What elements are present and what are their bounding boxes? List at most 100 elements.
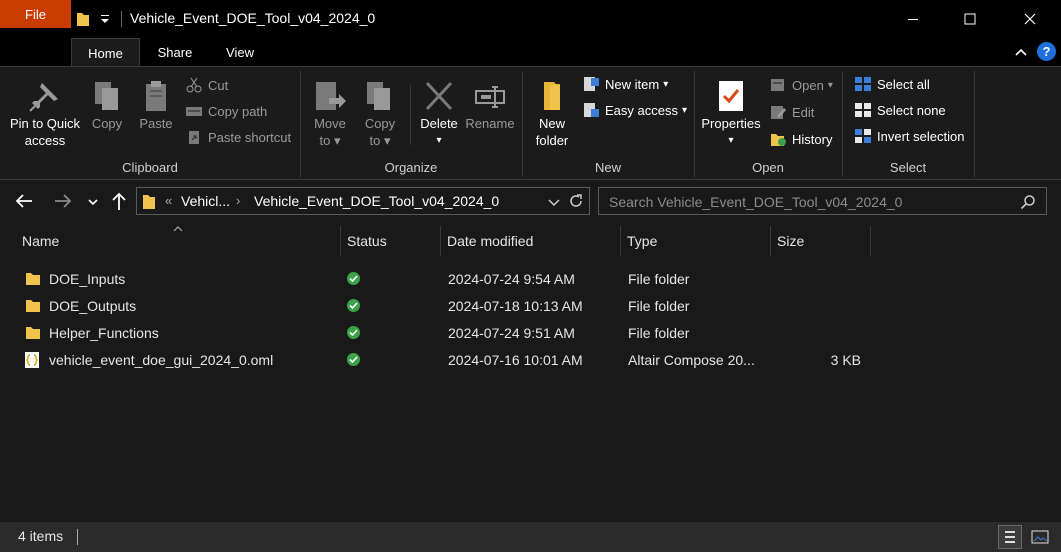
window-title: Vehicle_Event_DOE_Tool_v04_2024_0	[130, 10, 376, 26]
move-to-label-line2: to ▾	[319, 133, 341, 148]
column-header-date-modified[interactable]: Date modified	[441, 226, 621, 256]
edit-button[interactable]: Edit	[769, 104, 814, 120]
open-label: Open	[792, 77, 824, 93]
new-item-button[interactable]: New item ▾	[582, 76, 668, 92]
file-size	[771, 292, 861, 319]
pin-label-line2: access	[24, 133, 66, 148]
invert-selection-label: Invert selection	[877, 128, 965, 144]
invert-selection-button[interactable]: Invert selection	[854, 128, 964, 144]
close-button[interactable]	[1007, 0, 1053, 38]
copy-button[interactable]: Copy	[86, 79, 128, 132]
file-type: File folder	[628, 324, 690, 341]
select-none-button[interactable]: Select none	[854, 102, 946, 118]
invert-selection-icon	[854, 128, 872, 144]
scissors-icon	[185, 77, 203, 93]
select-none-icon	[854, 102, 872, 118]
search-box[interactable]: Search Vehicle_Event_DOE_Tool_v04_2024_0	[598, 187, 1047, 215]
open-icon	[769, 77, 787, 93]
status-synced-icon	[346, 292, 362, 319]
search-icon[interactable]	[1020, 194, 1036, 210]
select-all-button[interactable]: Select all	[854, 76, 930, 92]
oml-file-icon	[24, 346, 44, 373]
move-to-icon	[316, 82, 346, 110]
new-group-label: New	[594, 160, 621, 175]
column-header-name[interactable]: Name	[16, 226, 341, 256]
collapse-ribbon-icon[interactable]	[1013, 44, 1029, 60]
breadcrumb-parent[interactable]: Vehicl...	[181, 193, 230, 209]
title-separator	[121, 11, 122, 27]
file-type: File folder	[628, 297, 690, 314]
copy-path-button[interactable]: Copy path	[185, 103, 267, 119]
new-folder-icon	[544, 82, 560, 110]
delete-button[interactable]: Delete ▾	[416, 79, 462, 149]
status-synced-icon	[346, 346, 362, 373]
file-size	[771, 319, 861, 346]
paste-shortcut-button[interactable]: Paste shortcut	[185, 129, 291, 145]
breadcrumb-current[interactable]: Vehicle_Event_DOE_Tool_v04_2024_0	[254, 193, 499, 209]
new-item-label: New item	[605, 76, 660, 92]
open-button[interactable]: Open ▾	[769, 77, 833, 93]
forward-arrow-icon[interactable]	[53, 192, 73, 210]
file-row[interactable]: Helper_Functions 2024-07-24 9:51 AM File…	[17, 319, 877, 346]
copy-to-button[interactable]: Copy to ▾	[358, 79, 402, 149]
up-arrow-icon[interactable]	[110, 191, 128, 211]
paste-button[interactable]: Paste	[134, 79, 178, 132]
history-label: History	[792, 131, 833, 147]
file-name: DOE_Inputs	[49, 270, 126, 287]
delete-label: Delete	[420, 116, 458, 131]
breadcrumb-separator-icon[interactable]: ›	[236, 193, 240, 208]
status-synced-icon	[346, 319, 362, 346]
breadcrumb-overflow[interactable]: «	[165, 193, 172, 208]
edit-icon	[769, 104, 787, 120]
open-group-label: Open	[752, 160, 784, 175]
new-folder-label-line2: folder	[535, 133, 569, 148]
recent-locations-chevron-icon[interactable]	[87, 195, 99, 207]
rename-button[interactable]: Rename	[464, 79, 516, 132]
history-button[interactable]: History	[769, 131, 832, 147]
easy-access-dropdown-arrow: ▾	[681, 104, 688, 116]
tab-view[interactable]: View	[214, 38, 266, 66]
tab-share[interactable]: Share	[146, 38, 204, 66]
maximize-button[interactable]	[947, 0, 993, 38]
paste-icon	[146, 81, 166, 111]
paste-shortcut-icon	[185, 129, 203, 145]
column-header-size[interactable]: Size	[771, 226, 871, 256]
file-row[interactable]: vehicle_event_doe_gui_2024_0.oml 2024-07…	[17, 346, 877, 373]
large-icons-view-icon[interactable]	[1029, 527, 1051, 547]
new-folder-button[interactable]: New folder	[530, 79, 574, 149]
file-row[interactable]: DOE_Outputs 2024-07-18 10:13 AM File fol…	[17, 292, 877, 319]
tab-file[interactable]: File	[0, 0, 71, 28]
column-header-type[interactable]: Type	[621, 226, 771, 256]
ribbon: Pin to Quick access Copy Paste Cut Copy …	[0, 66, 1061, 180]
folder-icon	[24, 265, 44, 292]
properties-dropdown-arrow: ▾	[728, 135, 734, 146]
open-dropdown-arrow: ▾	[827, 79, 833, 91]
copy-to-icon	[367, 82, 390, 110]
status-separator	[77, 529, 78, 545]
paste-shortcut-label: Paste shortcut	[208, 129, 292, 145]
address-bar[interactable]: « Vehicl... › Vehicle_Event_DOE_Tool_v04…	[136, 187, 590, 215]
refresh-icon[interactable]	[568, 193, 584, 209]
move-to-button[interactable]: Move to ▾	[308, 79, 352, 149]
customize-qat-icon[interactable]	[99, 12, 111, 26]
back-arrow-icon[interactable]	[14, 192, 34, 210]
tab-home[interactable]: Home	[71, 38, 140, 67]
pin-to-quick-access-button[interactable]: Pin to Quick access	[4, 79, 86, 149]
column-header-status[interactable]: Status	[341, 226, 441, 256]
new-folder-qat-icon[interactable]	[74, 10, 92, 28]
item-count: 4 items	[18, 528, 64, 544]
ribbon-separator	[974, 71, 975, 177]
cut-button[interactable]: Cut	[185, 77, 228, 93]
help-icon[interactable]: ?	[1037, 42, 1056, 61]
file-size: 3 KB	[830, 351, 861, 368]
address-dropdown-chevron-icon[interactable]	[548, 195, 560, 207]
file-row[interactable]: DOE_Inputs 2024-07-24 9:54 AM File folde…	[17, 265, 877, 292]
easy-access-button[interactable]: Easy access ▾	[582, 102, 687, 118]
edit-label: Edit	[792, 104, 815, 120]
properties-button[interactable]: Properties ▾	[698, 79, 764, 149]
select-group-label: Select	[889, 160, 927, 175]
minimize-button[interactable]	[890, 0, 936, 38]
delete-x-icon	[425, 81, 453, 111]
paste-label: Paste	[139, 116, 173, 131]
details-view-icon[interactable]	[998, 525, 1022, 549]
